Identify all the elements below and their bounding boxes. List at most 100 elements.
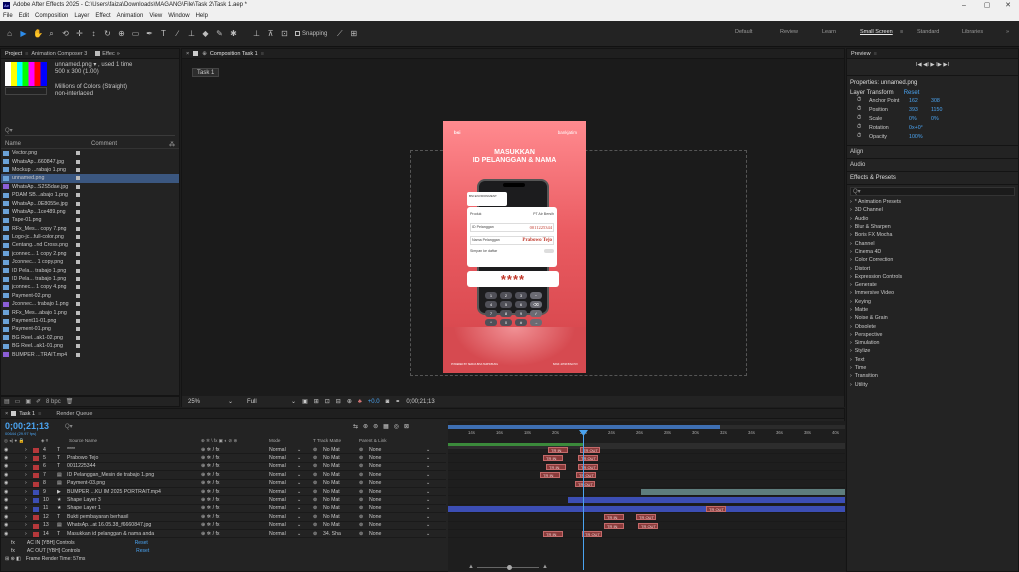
- project-item[interactable]: BG Reel...ak1-02.png: [1, 334, 179, 342]
- zoom-slider[interactable]: ▲ ▲: [468, 564, 548, 570]
- transition-out-marker[interactable]: TR OUT: [638, 522, 658, 529]
- transition-in-marker[interactable]: TR IN: [543, 455, 563, 462]
- footer-icons[interactable]: ⊞ ⊛ ◧: [5, 556, 21, 564]
- parent-select[interactable]: None: [369, 497, 399, 503]
- track-matte-select[interactable]: No Mat: [323, 514, 345, 520]
- effect-category[interactable]: › Utility: [847, 381, 1018, 389]
- selection-tool-icon[interactable]: ▶: [19, 29, 28, 38]
- visibility-icon[interactable]: ◉: [4, 455, 9, 461]
- track-matte-select[interactable]: No Mat: [323, 522, 345, 528]
- chevron-down-icon[interactable]: ⌄: [297, 455, 301, 461]
- layer-label-color[interactable]: [33, 523, 39, 529]
- zoom-knob[interactable]: [506, 564, 512, 570]
- tab-render-queue[interactable]: Render Queue: [56, 411, 92, 417]
- workspace-standard[interactable]: Standard: [917, 29, 939, 35]
- effect-category[interactable]: › Immersive Video: [847, 289, 1018, 297]
- transform-reset-button[interactable]: Reset: [904, 90, 920, 96]
- visibility-icon[interactable]: ◉: [4, 447, 9, 453]
- label-color-swatch[interactable]: [76, 218, 80, 223]
- zoom-select[interactable]: 25%: [188, 399, 222, 405]
- chevron-down-icon[interactable]: ⌄: [297, 472, 301, 478]
- project-item[interactable]: unnamed.png: [1, 174, 179, 183]
- timeline-layer-row[interactable]: ◉ › 11 ★ Shape Layer 1 ⊕ ✲ / fx Normal ⌄ ⊚ No Mat…: [1, 505, 446, 514]
- transition-in-marker[interactable]: TR IN: [543, 530, 563, 537]
- effect-category[interactable]: › Blur & Sharpen: [847, 223, 1018, 231]
- tab-animation-composer[interactable]: Animation Composer 3: [31, 51, 87, 57]
- expand-icon[interactable]: ›: [25, 522, 27, 528]
- expand-icon[interactable]: ›: [25, 455, 27, 461]
- chevron-down-icon[interactable]: ⌄: [297, 463, 301, 469]
- brush-tool-icon[interactable]: ∕: [173, 29, 182, 38]
- show-snapshot-icon[interactable]: ⚭: [395, 398, 400, 405]
- layer-duration-bar[interactable]: [568, 497, 845, 504]
- parent-pickwhip-icon[interactable]: ⊚: [359, 522, 363, 528]
- work-area-range[interactable]: [448, 425, 720, 429]
- parent-select[interactable]: None: [369, 522, 399, 528]
- effect-category[interactable]: › Noise & Grain: [847, 314, 1018, 322]
- resolution-select[interactable]: Full: [247, 399, 285, 405]
- project-item[interactable]: jconnec... 1 copy 2.png: [1, 250, 179, 258]
- label-color-swatch[interactable]: [76, 193, 80, 198]
- minimize-button[interactable]: –: [953, 0, 975, 10]
- type-tool-icon[interactable]: T: [159, 29, 168, 38]
- chevron-down-icon[interactable]: ⌄: [426, 455, 430, 461]
- layer-name[interactable]: ID Pelanggan_Mesin de trabajo 1.png: [67, 472, 197, 478]
- snap-grid-icon[interactable]: ⊞: [349, 29, 358, 38]
- transform-value-1[interactable]: 0%: [909, 116, 931, 122]
- layer-track[interactable]: TR IN TR OUT: [448, 471, 845, 480]
- zoom-dropdown-icon[interactable]: ⌄: [228, 398, 233, 405]
- transition-in-marker[interactable]: TR IN: [604, 514, 624, 521]
- motion-blur-icon[interactable]: ◎: [394, 423, 399, 430]
- layer-track[interactable]: [448, 496, 845, 505]
- label-color-swatch[interactable]: [76, 327, 80, 332]
- chevron-down-icon[interactable]: ⌄: [297, 514, 301, 520]
- label-color-swatch[interactable]: [76, 226, 80, 231]
- label-color-swatch[interactable]: [76, 243, 80, 248]
- layer-switches-icon[interactable]: ⊕ ✲ / fx: [201, 489, 220, 495]
- label-color-swatch[interactable]: [76, 184, 80, 189]
- project-item[interactable]: Payment-02.png: [1, 292, 179, 300]
- workspace-more-icon[interactable]: »: [1006, 29, 1009, 35]
- expand-icon[interactable]: ›: [25, 447, 27, 453]
- chevron-down-icon[interactable]: ⌄: [297, 489, 301, 495]
- effect-category[interactable]: › Expression Controls: [847, 273, 1018, 281]
- layer-switches-icon[interactable]: ⊕ ✲ / fx: [201, 447, 220, 453]
- label-color-swatch[interactable]: [76, 176, 80, 181]
- project-search-input[interactable]: Q▾: [5, 127, 175, 136]
- chevron-down-icon[interactable]: ⌄: [297, 480, 301, 486]
- chevron-down-icon[interactable]: ⌄: [297, 522, 301, 528]
- layer-switches-icon[interactable]: ⊕ ✲ / fx: [201, 463, 220, 469]
- transform-value-1[interactable]: 0x+0°: [909, 125, 931, 131]
- track-matte-select[interactable]: No Mat: [323, 463, 345, 469]
- layer-label-color[interactable]: [33, 489, 39, 495]
- project-item[interactable]: Jconnec... trabajo 1.png: [1, 300, 179, 308]
- stopwatch-icon[interactable]: ⏱: [857, 124, 869, 131]
- label-color-swatch[interactable]: [76, 277, 80, 282]
- time-ruler[interactable]: 14s16s18s20s22s24s26s28s30s32s34s36s38s4…: [448, 430, 845, 439]
- matte-link-icon[interactable]: ⊚: [313, 505, 317, 511]
- effect-category[interactable]: › Perspective: [847, 331, 1018, 339]
- project-item[interactable]: PDAM SB...abajo 1.png: [1, 191, 179, 199]
- stopwatch-icon[interactable]: ⏱: [857, 97, 869, 104]
- menu-view[interactable]: View: [149, 13, 162, 19]
- project-item[interactable]: Mockup ...rabajo 1.png: [1, 166, 179, 174]
- expand-icon[interactable]: ›: [25, 505, 27, 511]
- parent-pickwhip-icon[interactable]: ⊚: [359, 447, 363, 453]
- layer-switches-icon[interactable]: ⊕ ✲ / fx: [201, 522, 220, 528]
- chevron-down-icon[interactable]: ⌄: [426, 497, 430, 503]
- workspace-menu-icon[interactable]: ≡: [900, 29, 903, 35]
- mask-view-icon[interactable]: ⊡: [325, 398, 330, 405]
- zoom-tool-icon[interactable]: ⌕: [47, 29, 56, 38]
- effect-category[interactable]: › Boris FX Mocha: [847, 231, 1018, 239]
- exposure-value[interactable]: +0.0: [368, 399, 380, 405]
- layer-name[interactable]: Masukkan id pelanggan & nama anda: [67, 531, 197, 537]
- layer-name[interactable]: Shape Layer 3: [67, 497, 197, 503]
- stopwatch-icon[interactable]: ⏱: [857, 133, 869, 140]
- zoom-in-icon[interactable]: ▲: [542, 564, 548, 570]
- parent-pickwhip-icon[interactable]: ⊚: [359, 463, 363, 469]
- layer-label-color[interactable]: [33, 456, 39, 462]
- project-item[interactable]: WhatsAp...0E8055e.jpg: [1, 199, 179, 207]
- comp-mini-flow-icon[interactable]: ⇆: [353, 423, 358, 430]
- parent-pickwhip-icon[interactable]: ⊚: [359, 489, 363, 495]
- label-color-swatch[interactable]: [76, 344, 80, 349]
